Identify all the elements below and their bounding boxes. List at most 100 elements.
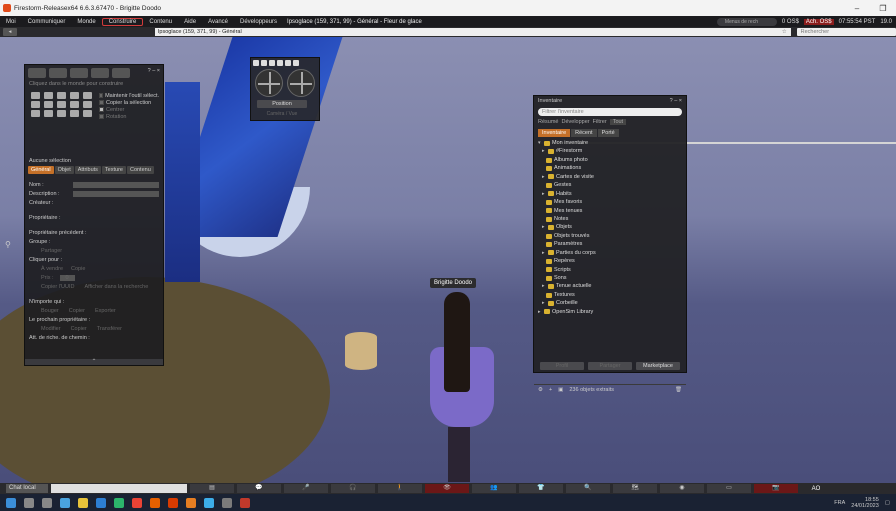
name-field[interactable] — [73, 181, 159, 188]
chat-bubble-icon[interactable]: 💬 — [237, 484, 281, 493]
rear-view-icon[interactable] — [269, 60, 275, 66]
firefox-icon[interactable] — [150, 497, 160, 508]
folder-parametres[interactable]: Paramètres — [538, 240, 682, 248]
maximize-button[interactable]: ❐ — [870, 4, 896, 13]
reset-view-icon[interactable] — [293, 60, 299, 66]
next-owner-perms[interactable]: Modifier Copier Transférer — [25, 324, 163, 333]
copy-selection-checkbox[interactable] — [99, 100, 104, 105]
folder-cartes[interactable]: ▸ Cartes de visite — [538, 173, 682, 181]
app3-icon[interactable] — [204, 497, 214, 508]
folder-opensim-library[interactable]: ▸ OpenSim Library — [538, 308, 682, 316]
minimize-button[interactable]: – — [844, 4, 870, 13]
folder-reperes[interactable]: Repères — [538, 257, 682, 265]
rotation-checkbox[interactable] — [99, 114, 104, 119]
search-taskbar-icon[interactable] — [24, 497, 34, 508]
menu-moi[interactable]: Moi — [0, 19, 22, 25]
ao-button[interactable]: AO — [801, 486, 831, 492]
folder-favoris[interactable]: Mes favoris — [538, 198, 682, 206]
tube-icon[interactable] — [44, 110, 53, 117]
orbit-dial[interactable] — [255, 69, 283, 97]
expand-button[interactable]: Développer — [561, 119, 589, 125]
headphones-icon[interactable]: 🎧 — [331, 484, 375, 493]
front-view-icon[interactable] — [253, 60, 259, 66]
summary-button[interactable]: Résumé — [538, 119, 558, 125]
add-icon[interactable]: + — [549, 387, 552, 393]
cylinder-icon[interactable] — [83, 92, 92, 99]
folder-animations[interactable]: Animations — [538, 164, 682, 172]
hemicone-icon[interactable] — [57, 101, 66, 108]
copy-selection-option[interactable]: Copier la sélection — [99, 99, 159, 106]
task-view-icon[interactable] — [42, 497, 52, 508]
app2-icon[interactable] — [186, 497, 196, 508]
torus-icon[interactable] — [31, 110, 40, 117]
minimap-icon[interactable]: ◉ — [660, 484, 704, 493]
pan-dial[interactable] — [287, 69, 315, 97]
tab-texture[interactable]: Texture — [101, 166, 126, 174]
hemicylinder-icon[interactable] — [31, 101, 40, 108]
prism-icon[interactable] — [44, 92, 53, 99]
ring-icon[interactable] — [57, 110, 66, 117]
copy-uuid-row[interactable]: Copier l'UUID Afficher dans la recherche — [25, 282, 163, 291]
folder-objets-trouves[interactable]: Objets trouvés — [538, 232, 682, 240]
folder-corbeille[interactable]: ▸ Corbeille — [538, 299, 682, 307]
windows-start-icon[interactable] — [6, 497, 16, 508]
search-input[interactable]: Rechercher — [796, 28, 896, 36]
menu-aide[interactable]: Aide — [178, 19, 202, 25]
tab-recent[interactable]: Récent — [571, 129, 597, 137]
folder-sons[interactable]: Sons — [538, 274, 682, 282]
app4-icon[interactable] — [222, 497, 232, 508]
menu-avance[interactable]: Avancé — [202, 19, 234, 25]
menu-communiquer[interactable]: Communiquer — [22, 19, 72, 25]
tab-contenu[interactable]: Contenu — [126, 166, 154, 174]
tree-root[interactable]: ▾ Mon inventaire — [538, 139, 682, 147]
pyramid-icon[interactable] — [57, 92, 66, 99]
cone-icon[interactable] — [44, 101, 53, 108]
buy-currency-button[interactable]: Ach. OS$ — [803, 18, 834, 25]
notifications-icon[interactable]: ▢ — [885, 500, 890, 506]
location-label[interactable]: Ipsoglace (159, 371, 99) - Général - Fle… — [283, 19, 422, 25]
side-panel-icon[interactable]: ⚲ — [5, 240, 17, 252]
clothing-icon[interactable]: 👕 — [519, 484, 563, 493]
marketplace-button[interactable]: Marketplace — [636, 362, 680, 370]
keep-tool-option[interactable]: Maintenir l'outil sélect. — [99, 92, 159, 99]
hemisphere-icon[interactable] — [83, 101, 92, 108]
search-icon[interactable]: 🔍 — [566, 484, 610, 493]
avatar[interactable] — [428, 292, 496, 482]
photo-icon[interactable]: 📷 — [754, 484, 798, 493]
speak-icon[interactable]: 🎤 — [284, 484, 328, 493]
back-button[interactable]: ◂ — [3, 28, 17, 36]
tree-icon[interactable] — [70, 110, 79, 117]
expand-chevron-icon[interactable]: ⌃ — [25, 359, 163, 365]
chrome-icon[interactable] — [132, 497, 142, 508]
new-window-icon[interactable]: ▣ — [558, 387, 563, 393]
position-button[interactable]: Position — [257, 100, 307, 108]
inventory-filter-input[interactable]: Filtrer l'inventaire — [538, 108, 682, 116]
firestorm-taskbar-icon[interactable] — [240, 497, 250, 508]
office-icon[interactable] — [168, 497, 178, 508]
language-label[interactable]: FRA — [834, 500, 845, 506]
trash-icon[interactable]: 🗑 — [675, 387, 682, 393]
tab-general[interactable]: Général — [28, 166, 54, 174]
folder-habits[interactable]: ▸ Habits — [538, 190, 682, 198]
rotation-option[interactable]: Rotation — [99, 113, 159, 120]
side-view-icon[interactable] — [261, 60, 267, 66]
folder-parties-corps[interactable]: ▸ Parties du corps — [538, 249, 682, 257]
edit-tool-icon[interactable] — [70, 68, 88, 78]
land-tool-icon[interactable] — [112, 68, 130, 78]
gear-icon[interactable]: ⚙ — [538, 387, 543, 393]
focus-tool-icon[interactable] — [28, 68, 46, 78]
folder-firestorm[interactable]: ▸ #Firestorm — [538, 147, 682, 155]
3d-world-view[interactable]: Brigitte Doodo ⚲ ? – × Cliquez dans le m… — [0, 37, 896, 483]
folder-albums[interactable]: Albums photo — [538, 156, 682, 164]
menu-monde[interactable]: Monde — [71, 19, 101, 25]
grass-icon[interactable] — [83, 110, 92, 117]
build-window-controls[interactable]: ? – × — [148, 68, 160, 78]
taskbar-clock[interactable]: 18:55 24/01/2023 — [851, 497, 879, 509]
menu-search-input[interactable]: Menus de rech — [716, 17, 777, 26]
menu-contenu[interactable]: Contenu — [143, 19, 178, 25]
cube-icon[interactable] — [31, 92, 40, 99]
walk-icon[interactable]: 🚶 — [378, 484, 422, 493]
share-button[interactable]: Partager — [588, 362, 632, 370]
edge-icon[interactable] — [96, 497, 106, 508]
folder-gestes[interactable]: Gestes — [538, 181, 682, 189]
